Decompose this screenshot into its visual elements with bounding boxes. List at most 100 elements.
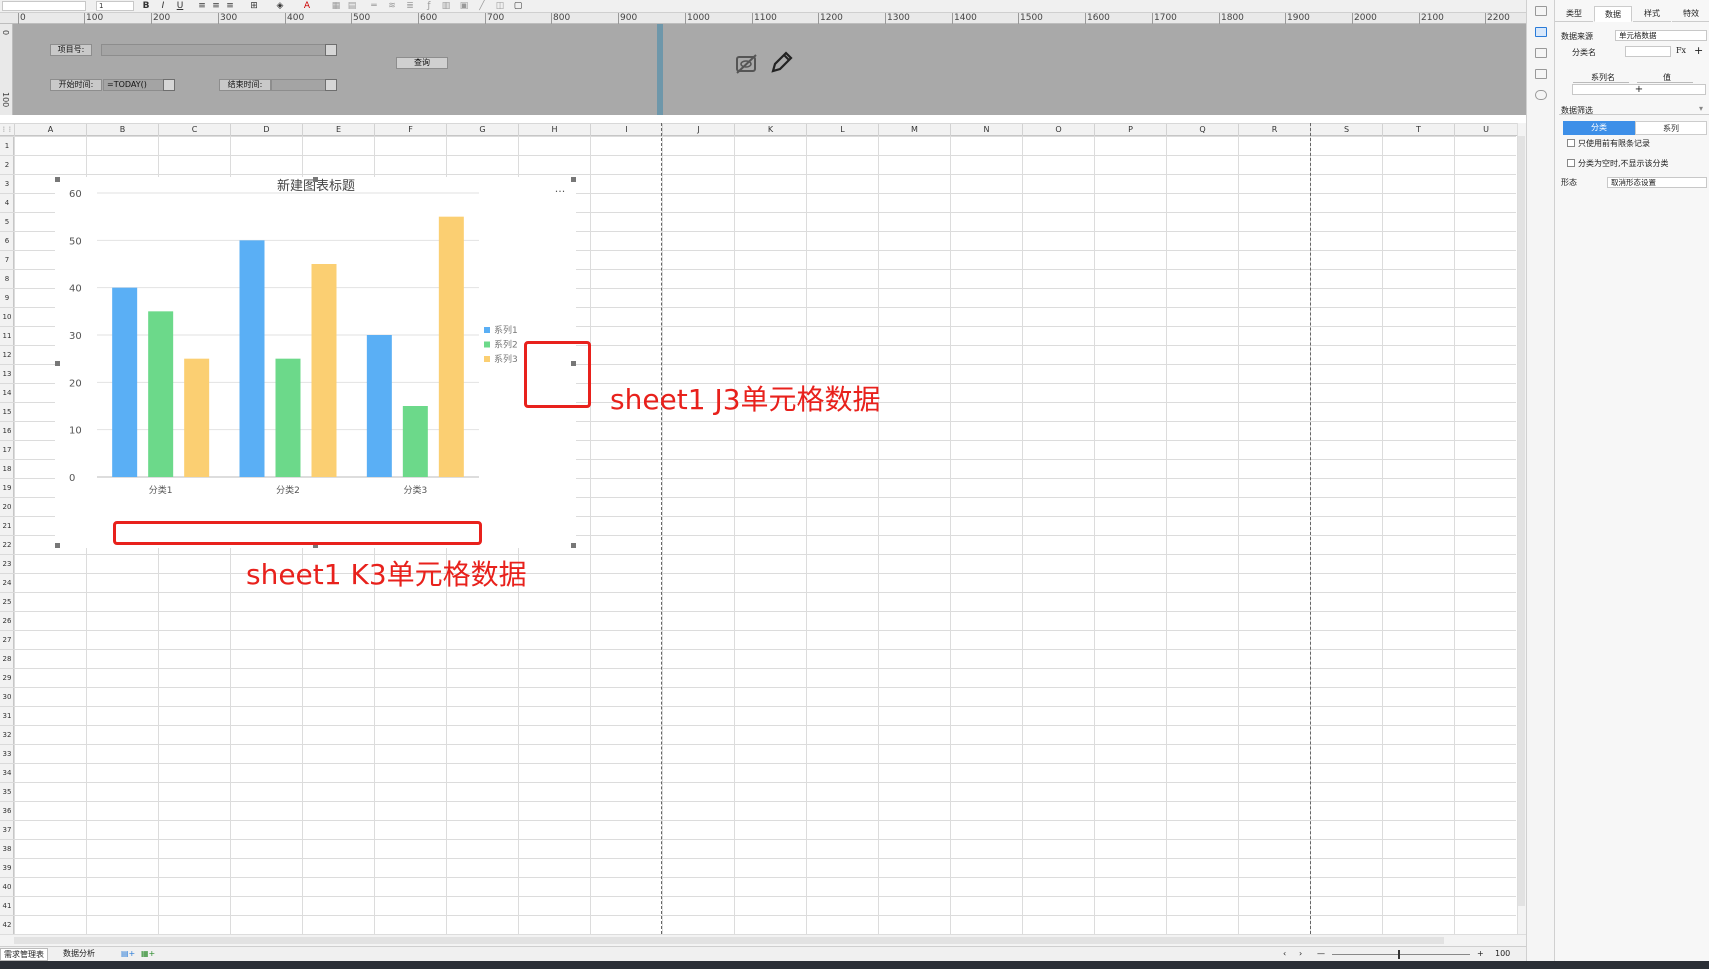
tab-effects[interactable]: 特效 — [1672, 6, 1709, 22]
add-dashboard-sheet-icon[interactable]: ▦+ — [138, 948, 158, 961]
vertical-scroll-thumb[interactable] — [1518, 136, 1525, 906]
row-header-33[interactable]: 33 — [0, 744, 14, 763]
tab-data[interactable]: 数据 — [1594, 6, 1632, 22]
row-header-32[interactable]: 32 — [0, 725, 14, 744]
start-calendar-icon[interactable] — [163, 79, 175, 91]
widget-setting-icon[interactable] — [1535, 27, 1547, 37]
font-size-select[interactable]: 1 — [96, 1, 134, 11]
row-header-16[interactable]: 16 — [0, 421, 14, 440]
row-header-9[interactable]: 9 — [0, 288, 14, 307]
horizontal-scrollbar[interactable] — [0, 934, 1526, 946]
zoom-in-button[interactable]: + — [1474, 948, 1487, 961]
row-header-15[interactable]: 15 — [0, 402, 14, 421]
cell-attribute-icon[interactable] — [1535, 6, 1547, 16]
row-header-27[interactable]: 27 — [0, 630, 14, 649]
insert-image-icon[interactable]: ▣ — [458, 0, 470, 12]
project-input[interactable] — [101, 44, 337, 56]
tab-style[interactable]: 样式 — [1633, 6, 1671, 22]
row-header-10[interactable]: 10 — [0, 307, 14, 326]
data-source-select[interactable]: 单元格数据 — [1615, 30, 1707, 41]
insert-row-icon[interactable]: ═ — [368, 0, 380, 12]
align-left-icon[interactable]: ≡ — [196, 0, 208, 12]
row-header-25[interactable]: 25 — [0, 592, 14, 611]
insert-slash-icon[interactable]: ╱ — [476, 0, 488, 12]
row-header-23[interactable]: 23 — [0, 554, 14, 573]
row-header-18[interactable]: 18 — [0, 459, 14, 478]
end-calendar-icon[interactable] — [325, 79, 337, 91]
row-header-41[interactable]: 41 — [0, 896, 14, 915]
underline-button[interactable]: U — [175, 0, 185, 12]
row-header-11[interactable]: 11 — [0, 326, 14, 345]
category-name-input[interactable] — [1625, 46, 1671, 57]
sheet-tab-2[interactable]: 数据分析 — [60, 948, 98, 961]
row-header-30[interactable]: 30 — [0, 687, 14, 706]
filter-series-segment[interactable]: 系列 — [1635, 121, 1707, 135]
frame-icon[interactable]: ▢ — [510, 0, 526, 12]
row-header-24[interactable]: 24 — [0, 573, 14, 592]
hide-widget-icon[interactable] — [734, 51, 760, 77]
row-header-7[interactable]: 7 — [0, 250, 14, 269]
row-header-8[interactable]: 8 — [0, 269, 14, 288]
row-header-26[interactable]: 26 — [0, 611, 14, 630]
horizontal-scroll-thumb[interactable] — [14, 937, 1444, 944]
row-header-4[interactable]: 4 — [0, 193, 14, 212]
collapse-filter-icon[interactable]: ▾ — [1699, 104, 1703, 113]
condition-icon[interactable] — [1535, 69, 1547, 79]
row-header-6[interactable]: 6 — [0, 231, 14, 250]
row-header-12[interactable]: 12 — [0, 345, 14, 364]
cell-element-icon[interactable] — [1535, 48, 1547, 58]
edit-pencil-icon[interactable] — [768, 50, 794, 76]
font-family-select[interactable] — [2, 1, 86, 11]
row-header-28[interactable]: 28 — [0, 649, 14, 668]
insert-chart-icon[interactable]: ▥ — [440, 0, 452, 12]
add-category-button[interactable]: + — [1694, 44, 1703, 57]
add-series-button[interactable]: + — [1572, 84, 1706, 95]
row-header-2[interactable]: 2 — [0, 155, 14, 174]
row-header-1[interactable]: 1 — [0, 136, 14, 155]
zoom-slider-track[interactable] — [1332, 954, 1470, 955]
scroll-left-icon[interactable]: ‹ — [1280, 948, 1289, 961]
row-header-20[interactable]: 20 — [0, 497, 14, 516]
hyperlink-icon[interactable] — [1535, 90, 1547, 100]
row-header-36[interactable]: 36 — [0, 801, 14, 820]
row-header-13[interactable]: 13 — [0, 364, 14, 383]
row-header-37[interactable]: 37 — [0, 820, 14, 839]
row-header-31[interactable]: 31 — [0, 706, 14, 725]
font-color-icon[interactable]: A — [300, 0, 314, 12]
row-header-19[interactable]: 19 — [0, 478, 14, 497]
project-picker-icon[interactable] — [325, 44, 337, 56]
zoom-out-button[interactable]: — — [1314, 948, 1328, 961]
formula-icon[interactable]: ƒ — [422, 0, 436, 12]
row-header-40[interactable]: 40 — [0, 877, 14, 896]
row-header-34[interactable]: 34 — [0, 763, 14, 782]
row-header-42[interactable]: 42 — [0, 915, 14, 934]
align-center-icon[interactable]: ≡ — [210, 0, 222, 12]
filter-category-segment[interactable]: 分类 — [1563, 121, 1635, 135]
resize-handle[interactable] — [571, 543, 576, 548]
row-header-29[interactable]: 29 — [0, 668, 14, 687]
border-icon[interactable]: ⊞ — [246, 0, 262, 12]
row-header-5[interactable]: 5 — [0, 212, 14, 231]
text-wrap-icon[interactable]: ≣ — [404, 0, 416, 12]
sheet-tab-1[interactable]: 需求管理表 — [0, 948, 48, 961]
bold-button[interactable]: B — [141, 0, 151, 12]
hide-empty-checkbox[interactable] — [1567, 159, 1575, 167]
chart-more-menu-icon[interactable]: ··· — [555, 185, 566, 198]
param-panel-divider[interactable] — [657, 24, 663, 115]
resize-handle[interactable] — [571, 177, 576, 182]
row-header-39[interactable]: 39 — [0, 858, 14, 877]
resize-handle[interactable] — [313, 177, 318, 182]
formula-fx-button[interactable]: Fx — [1676, 46, 1686, 55]
row-header-21[interactable]: 21 — [0, 516, 14, 535]
limit-records-checkbox[interactable] — [1567, 139, 1575, 147]
insert-widget-icon[interactable]: ◫ — [494, 0, 506, 12]
row-header-14[interactable]: 14 — [0, 383, 14, 402]
bar-chart-widget[interactable]: 0 10 20 30 40 50 60 分类1 分类2 分类3 系列1 系列2 系列3 新建图表标题… — [55, 177, 576, 548]
merge-cells-icon[interactable]: ▦ — [330, 0, 342, 12]
resize-handle[interactable] — [55, 543, 60, 548]
resize-handle[interactable] — [55, 361, 60, 366]
add-report-sheet-icon[interactable]: ▤+ — [118, 948, 138, 961]
tab-type[interactable]: 类型 — [1555, 6, 1593, 22]
scroll-right-icon[interactable]: › — [1296, 948, 1305, 961]
fill-color-icon[interactable]: ◈ — [272, 0, 288, 12]
